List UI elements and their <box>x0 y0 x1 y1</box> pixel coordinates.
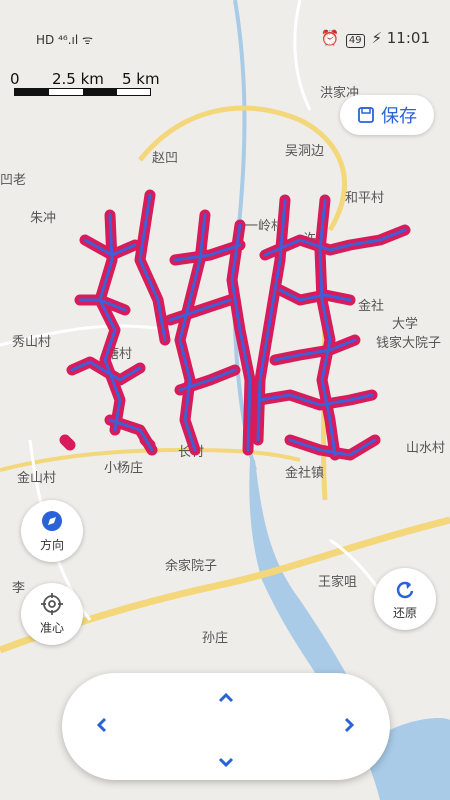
place-label: 钱家大院子 <box>376 335 441 351</box>
pan-right-button[interactable] <box>334 711 364 741</box>
pan-down-button[interactable] <box>211 745 241 775</box>
pan-up-button[interactable] <box>211 681 241 711</box>
scale-end: 5 km <box>122 70 160 88</box>
place-label: 余家院子 <box>165 558 217 574</box>
status-bar: HD ⁴⁶.ıl ᯤ ⏰ 49 ⚡ 11:01 <box>0 0 450 60</box>
save-button[interactable]: 保存 <box>340 95 434 135</box>
lake <box>379 718 450 800</box>
signal-icons: HD ⁴⁶.ıl ᯤ <box>36 33 93 47</box>
scale-zero: 0 <box>10 70 20 88</box>
chevron-up-icon <box>218 692 234 703</box>
direction-pad <box>62 673 390 780</box>
crosshair-icon <box>41 592 63 615</box>
chevron-left-icon <box>96 717 107 733</box>
scale-ruler <box>14 88 151 96</box>
scale-mid: 2.5 km <box>52 70 104 88</box>
place-label: 王家咀 <box>318 574 357 590</box>
chevron-down-icon <box>218 757 234 768</box>
clock: 11:01 <box>386 29 430 47</box>
save-label: 保存 <box>381 106 417 127</box>
place-label: 孙庄 <box>202 630 228 646</box>
place-label: 金社镇 <box>285 465 324 481</box>
place-label: 赵凹 <box>152 151 178 166</box>
undo-icon <box>396 581 414 598</box>
restore-button[interactable]: 还原 <box>374 568 436 630</box>
alarm-icon: ⏰ <box>320 29 340 47</box>
center-button[interactable]: 准心 <box>21 583 83 645</box>
status-right: ⏰ 49 ⚡ 11:01 <box>320 29 430 48</box>
restore-label: 还原 <box>392 605 417 620</box>
place-label: 凹老 <box>0 173 26 188</box>
place-label: 吴洞边 <box>285 144 324 159</box>
chevron-right-icon <box>344 717 355 733</box>
place-label: 李 <box>12 581 25 596</box>
place-label: 秀山村 <box>12 335 51 350</box>
battery-indicator: 49 <box>345 34 365 48</box>
pan-left-button[interactable] <box>87 711 117 741</box>
place-label: 小杨庄 <box>104 460 143 476</box>
compass-icon <box>42 510 62 531</box>
place-label: 大学 <box>392 316 418 332</box>
charging-icon: ⚡ <box>371 29 382 47</box>
direction-label: 方向 <box>39 537 64 552</box>
center-label: 准心 <box>39 620 64 635</box>
place-label: 山水村 <box>406 441 445 456</box>
place-label: 金社 <box>358 298 384 314</box>
direction-button[interactable]: 方向 <box>21 500 83 562</box>
place-label: 金山村 <box>17 470 56 486</box>
scale-bar: 0 2.5 km 5 km <box>10 70 170 100</box>
place-label: 朱冲 <box>30 211 56 226</box>
save-icon <box>358 107 374 123</box>
place-label: 和平村 <box>345 191 384 206</box>
